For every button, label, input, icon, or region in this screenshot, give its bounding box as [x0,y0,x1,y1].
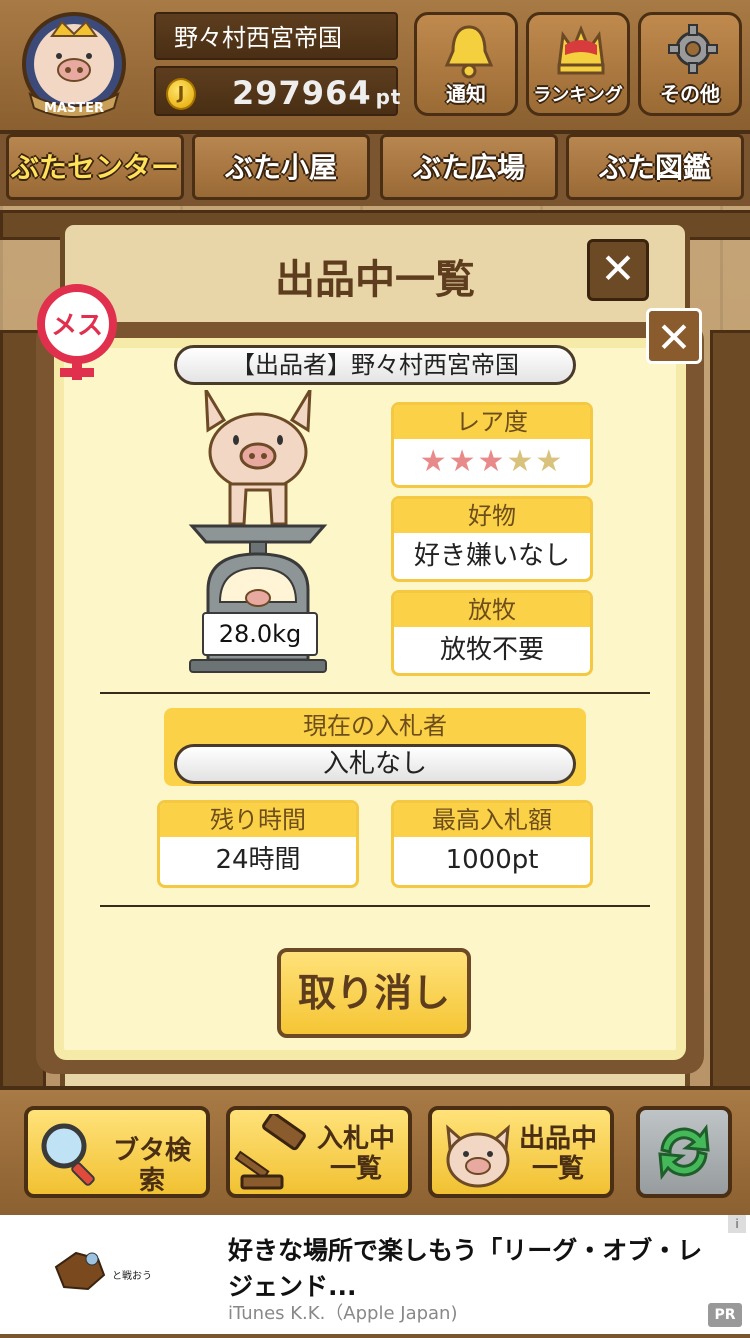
grazing-label: 放牧 [394,593,590,627]
seller-name: 【出品者】野々村西宮帝国 [174,345,576,385]
rarity-card: レア度 ★★★★★ [391,402,593,488]
female-icon: メス [32,284,122,384]
gear-icon [668,24,718,74]
bidding-list-label: 入札中 一覧 [316,1124,395,1184]
tab-buta-hiroba[interactable]: ぶた広場 [380,134,558,200]
star-filled-icon: ★ [477,444,507,479]
master-badge[interactable]: MASTER [14,8,134,120]
time-left-card: 残り時間 24時間 [157,800,359,888]
weight-display: 28.0kg [202,612,318,656]
header-bar: MASTER 野々村西宮帝国 J 297964 pt 通知 ランキング その他 [0,0,750,134]
svg-text:と戦おう: と戦おう [112,1269,152,1282]
bottom-action-bar: ブタ検索 入札中 一覧 出品中 一覧 [0,1086,750,1219]
refresh-icon [658,1123,710,1181]
notification-button[interactable]: 通知 [414,12,518,116]
current-bidder-label: 現在の入札者 [303,712,447,740]
pig-search-button[interactable]: ブタ検索 [24,1106,210,1198]
coin-icon: J [166,78,196,110]
ranking-label: ランキング [533,85,623,106]
ad-pr-badge: PR [708,1303,742,1327]
listing-list-label: 出品中 一覧 [518,1124,597,1184]
star-empty-icon: ★ [506,444,536,479]
star-filled-icon: ★ [448,444,478,479]
magnifier-icon [41,1123,95,1186]
list-dialog-close-button[interactable]: ✕ [587,239,649,301]
favorite-food-card: 好物 好き嫌いなし [391,496,593,582]
ad-title[interactable]: 好きな場所で楽しもう「リーグ・オブ・レジェンド... [228,1233,718,1305]
current-bidder-value: 入札なし [174,744,576,784]
ranking-button[interactable]: ランキング [526,12,630,116]
svg-text:MASTER: MASTER [44,101,104,116]
points-value: 297964 pt [232,74,402,112]
max-bid-label: 最高入札額 [394,803,590,837]
ad-info-icon[interactable]: i [728,1215,746,1233]
listing-list-button[interactable]: 出品中 一覧 [428,1106,614,1198]
tab-buta-goya[interactable]: ぶた小屋 [192,134,370,200]
bell-icon [444,25,494,79]
rarity-stars: ★★★★★ [394,439,590,485]
cancel-listing-button[interactable]: 取り消し [277,948,471,1038]
ad-advertiser: iTunes K.K.（Apple Japan) [228,1303,458,1324]
star-empty-icon: ★ [535,444,565,479]
refresh-button[interactable] [636,1106,732,1198]
ad-banner[interactable]: と戦おう 好きな場所で楽しもう「リーグ・オブ・レジェンド... iTunes K… [0,1215,750,1334]
tab-buta-zukan[interactable]: ぶた図鑑 [566,134,744,200]
bidding-list-button[interactable]: 入札中 一覧 [226,1106,412,1198]
max-bid-value: 1000pt [445,845,539,875]
gavel-icon [234,1114,306,1190]
favorite-value: 好き嫌いなし [413,541,570,571]
grazing-card: 放牧 放牧不要 [391,590,593,676]
star-filled-icon: ★ [419,444,449,479]
ad-image[interactable]: と戦おう [0,1215,206,1334]
points-display: J 297964 pt [154,66,402,116]
rarity-label: レア度 [394,405,590,439]
time-left-label: 残り時間 [160,803,356,837]
grazing-value: 放牧不要 [439,635,544,665]
settings-label: その他 [660,82,720,106]
divider [100,692,650,694]
wooden-beam [710,330,750,1096]
time-left-value: 24時間 [215,845,301,875]
detail-close-button[interactable]: ✕ [646,308,702,364]
tab-buta-center[interactable]: ぶたセンター [6,134,184,200]
settings-button[interactable]: その他 [638,12,742,116]
tab-bar: ぶたセンター ぶた小屋 ぶた広場 ぶた図鑑 [0,134,750,206]
pig-on-scale-illustration: 28.0kg [186,389,330,674]
svg-text:メス: メス [51,311,103,341]
notification-label: 通知 [446,82,486,106]
current-bidder-card: 現在の入札者 入札なし [164,708,586,786]
user-name: 野々村西宮帝国 [154,12,398,60]
crown-icon [557,24,605,75]
pig-search-label: ブタ検索 [112,1136,191,1196]
max-bid-card: 最高入札額 1000pt [391,800,593,888]
favorite-label: 好物 [394,499,590,533]
pig-face-icon [446,1124,510,1188]
divider [100,905,650,907]
